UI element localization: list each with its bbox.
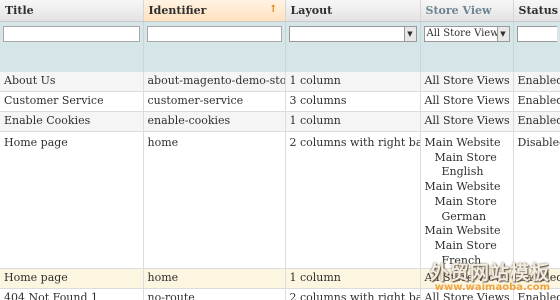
filter-store-view-value: All Store Views — [426, 28, 504, 39]
chevron-down-icon: ▼ — [403, 27, 416, 41]
column-header-layout[interactable]: Layout — [285, 0, 421, 22]
cell-status: Enabled — [513, 72, 560, 92]
cell-title: Home page — [0, 131, 144, 270]
cell-title: 404 Not Found 1 — [0, 288, 144, 300]
cell-store-view: All Store Views — [420, 72, 514, 92]
filter-layout-select[interactable]: ▼ — [288, 26, 417, 42]
cell-layout: 2 columns with right bar — [285, 131, 421, 270]
pages-table: Title Identifier ↑ Layout Store View Sta… — [0, 0, 560, 300]
chevron-down-icon: ▼ — [496, 27, 509, 41]
header-row: Title Identifier ↑ Layout Store View Sta… — [0, 0, 560, 22]
cell-layout: 2 columns with right bar — [285, 288, 421, 300]
column-header-title[interactable]: Title — [0, 0, 144, 22]
cell-identifier: no-route — [143, 288, 286, 300]
store-view-store: Main Store — [434, 238, 497, 252]
table-row[interactable]: Enable Cookies enable-cookies 1 column A… — [0, 111, 560, 132]
store-view-store: Main Store — [434, 150, 497, 164]
filter-cell-status — [513, 21, 560, 72]
store-view-language: German — [441, 209, 487, 223]
cell-layout: 1 column — [285, 72, 421, 92]
cell-title: Enable Cookies — [0, 111, 144, 132]
filter-cell-layout: ▼ — [285, 21, 421, 72]
cell-identifier: customer-service — [143, 91, 286, 112]
table-row[interactable]: Home page home 2 columns with right bar … — [0, 131, 560, 270]
filter-store-view-select[interactable]: All Store Views ▼ — [423, 26, 510, 42]
filter-cell-identifier — [143, 21, 286, 72]
table-row[interactable]: About Us about-magento-demo-store 1 colu… — [0, 72, 560, 92]
table-row[interactable]: Customer Service customer-service 3 colu… — [0, 91, 560, 112]
filter-title-input[interactable] — [3, 26, 140, 42]
cell-store-view: Main Website Main Store English Main Web… — [420, 131, 514, 270]
filter-cell-title — [0, 21, 144, 72]
cell-store-view: All Store Views — [420, 91, 514, 112]
store-view-website: Main Website — [424, 224, 501, 238]
column-header-status[interactable]: Status — [513, 0, 560, 22]
store-view-website: Main Website — [424, 136, 501, 149]
sort-ascending-icon: ↑ — [269, 4, 278, 15]
cell-layout: 1 column — [285, 268, 421, 290]
filter-cell-store-view: All Store Views ▼ — [420, 21, 514, 72]
watermark: 外贸网站模板 www.waimaoba.com — [430, 258, 550, 293]
cell-title: About Us — [0, 72, 144, 92]
cell-identifier: home — [143, 131, 286, 270]
filter-identifier-input[interactable] — [146, 26, 282, 42]
filter-row: ▼ All Store Views ▼ — [0, 21, 560, 72]
cell-identifier: enable-cookies — [143, 111, 286, 132]
cell-title: Customer Service — [0, 91, 144, 112]
cell-status: Enabled — [513, 111, 560, 132]
column-header-store-view: Store View — [420, 0, 514, 22]
watermark-url: www.waimaoba.com — [434, 282, 550, 293]
cell-identifier: home — [143, 268, 286, 290]
column-header-identifier-label: Identifier — [148, 4, 207, 17]
column-header-identifier[interactable]: Identifier ↑ — [143, 0, 286, 22]
cell-layout: 1 column — [285, 111, 421, 132]
store-view-website: Main Website — [424, 180, 501, 194]
watermark-title: 外贸网站模板 — [429, 262, 550, 284]
cell-identifier: about-magento-demo-store — [143, 72, 286, 92]
cell-status: Enabled — [513, 91, 560, 112]
cell-status: Disabled — [513, 131, 560, 270]
cms-pages-grid: Title Identifier ↑ Layout Store View Sta… — [0, 0, 560, 300]
cell-title: Home page — [0, 268, 144, 290]
cell-store-view: All Store Views — [420, 111, 514, 132]
cell-layout: 3 columns — [285, 91, 421, 112]
filter-status-select[interactable] — [516, 26, 557, 42]
store-view-store: Main Store — [434, 194, 497, 208]
store-view-language: English — [441, 165, 484, 179]
